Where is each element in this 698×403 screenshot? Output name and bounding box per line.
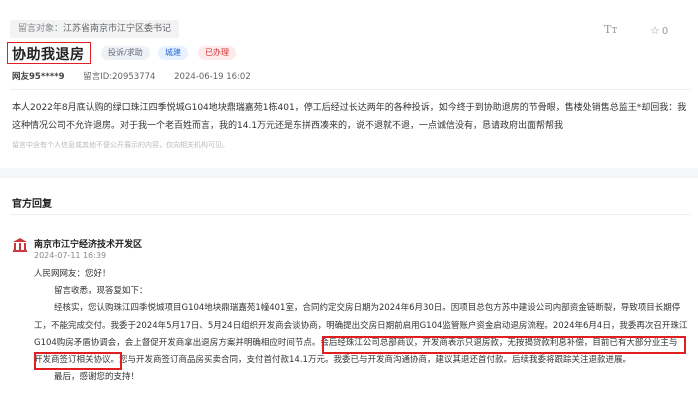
highlight-box bbox=[322, 336, 686, 354]
reply-body: 人民网网友：您好！ 留言收悉，现答复如下： 经核实，您认购珠江四季悦城项目G10… bbox=[34, 266, 690, 386]
reply-greeting: 人民网网友：您好！ bbox=[34, 269, 111, 279]
reply-section-title: 官方回复 bbox=[12, 199, 52, 210]
field-tag: 城建 bbox=[158, 46, 188, 60]
message-target: 留言对象：江苏省南京市江宁区委书记 bbox=[10, 20, 180, 38]
message-meta: 网友95****9 留言ID:20953774 2024-06-19 16:02 bbox=[12, 70, 267, 82]
message-panel: 留言对象：江苏省南京市江宁区委书记 Tт ☆ 0 协助我退房 投诉/求助 城建 已… bbox=[0, 0, 698, 165]
type-tag: 投诉/求助 bbox=[101, 46, 150, 60]
page-title: 协助我退房 bbox=[12, 47, 85, 63]
section-gap bbox=[0, 168, 698, 178]
disclaimer: 留言中含有个人信息或其他不便公开展示的内容，仅向相关机构可见。 bbox=[12, 141, 229, 149]
reply-date: 2024-07-11 16:39 bbox=[34, 251, 107, 260]
reply-closing: 最后，感谢您的支持！ bbox=[54, 372, 140, 383]
message-date: 2024-06-19 16:02 bbox=[174, 72, 251, 82]
status-badge: 已办理 bbox=[198, 46, 236, 60]
government-building-icon bbox=[13, 238, 27, 252]
divider bbox=[10, 89, 690, 90]
favorite-count: 0 bbox=[661, 26, 669, 37]
author-name: 网友95****9 bbox=[12, 72, 65, 82]
reply-org-name: 南京市江宁经济技术开发区 bbox=[34, 240, 143, 250]
highlight-box bbox=[34, 352, 122, 370]
message-body: 本人2022年8月底认购的绿口珠江四季悦城G104地块鼎瑞嘉苑1栋401，停工后… bbox=[12, 103, 687, 131]
favorite-button[interactable]: ☆ 0 bbox=[650, 24, 668, 37]
reply-line: 工，不能完成交付。我委于2024年5月17日、5月24日组织开发商会谈协商，明确… bbox=[34, 320, 688, 331]
divider bbox=[10, 214, 690, 215]
reply-line: 留言收悉，现答复如下： bbox=[54, 286, 148, 297]
message-target-value[interactable]: 江苏省南京市江宁区委书记 bbox=[63, 24, 171, 34]
reply-line: 经核实，您认购珠江四季悦城项目G104地块鼎瑞嘉苑1幢401室，合同约定交房日期… bbox=[54, 303, 681, 314]
reply-line-part: G104购房矛盾协调会，会上督促开发商拿出退房方案并明确相应时间节点。 bbox=[34, 337, 321, 348]
font-size-icon[interactable]: Tт bbox=[604, 23, 617, 36]
reply-line-part: 您与开发商签订商品房买卖合同，支付首付款14.1万元。我委已与开发商沟通协商，建… bbox=[119, 355, 631, 366]
reply-line: 开发商签订相关协议。您与开发商签订商品房买卖合同，支付首付款14.1万元。我委已… bbox=[34, 352, 690, 369]
message-target-prefix: 留言对象： bbox=[18, 24, 64, 34]
star-icon: ☆ bbox=[650, 24, 660, 37]
message-id: 留言ID:20953774 bbox=[83, 72, 156, 82]
